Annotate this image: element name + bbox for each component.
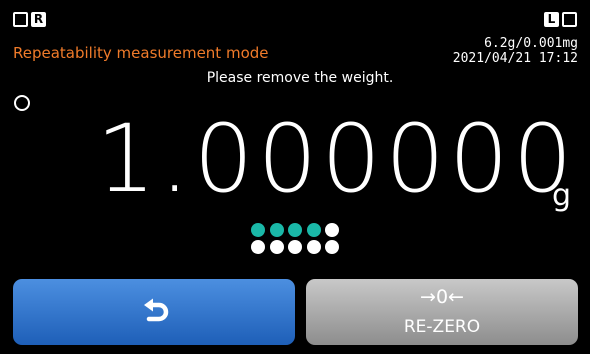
progress-dot-pending xyxy=(251,240,265,254)
progress-dot-done xyxy=(306,223,321,237)
progress-dot-pending xyxy=(325,240,339,254)
measurement-progress xyxy=(251,223,343,259)
weight-reading: 1.000000 xyxy=(96,105,577,214)
progress-dot-pending xyxy=(288,240,302,254)
stable-circle-icon xyxy=(14,95,30,111)
level-indicator: L xyxy=(544,12,559,27)
rezero-icon: →0← xyxy=(420,286,464,308)
mode-title: Repeatability measurement mode xyxy=(13,44,269,62)
status-box-icon xyxy=(562,12,577,27)
progress-dot-pending xyxy=(269,240,284,254)
weight-unit: g xyxy=(552,178,572,213)
rezero-button[interactable]: →0← RE-ZERO xyxy=(306,279,578,345)
status-box-icon xyxy=(13,12,28,27)
capacity-readability: 6.2g/0.001mg xyxy=(484,36,578,51)
return-button[interactable] xyxy=(13,279,295,345)
instruction-message: Please remove the weight. xyxy=(206,70,394,86)
progress-dot-pending xyxy=(325,223,339,237)
return-arrow-icon xyxy=(144,298,169,322)
progress-dot-done xyxy=(288,223,302,237)
datetime: 2021/04/21 17:12 xyxy=(452,51,578,66)
progress-dot-pending xyxy=(306,240,321,254)
rezero-label: RE-ZERO xyxy=(403,317,481,337)
progress-dot-done xyxy=(269,223,284,237)
progress-dot-done xyxy=(251,223,265,237)
repeatability-indicator: R xyxy=(31,12,46,27)
balance-display: R L Repeatability measurement mode 6.2g/… xyxy=(0,0,590,354)
